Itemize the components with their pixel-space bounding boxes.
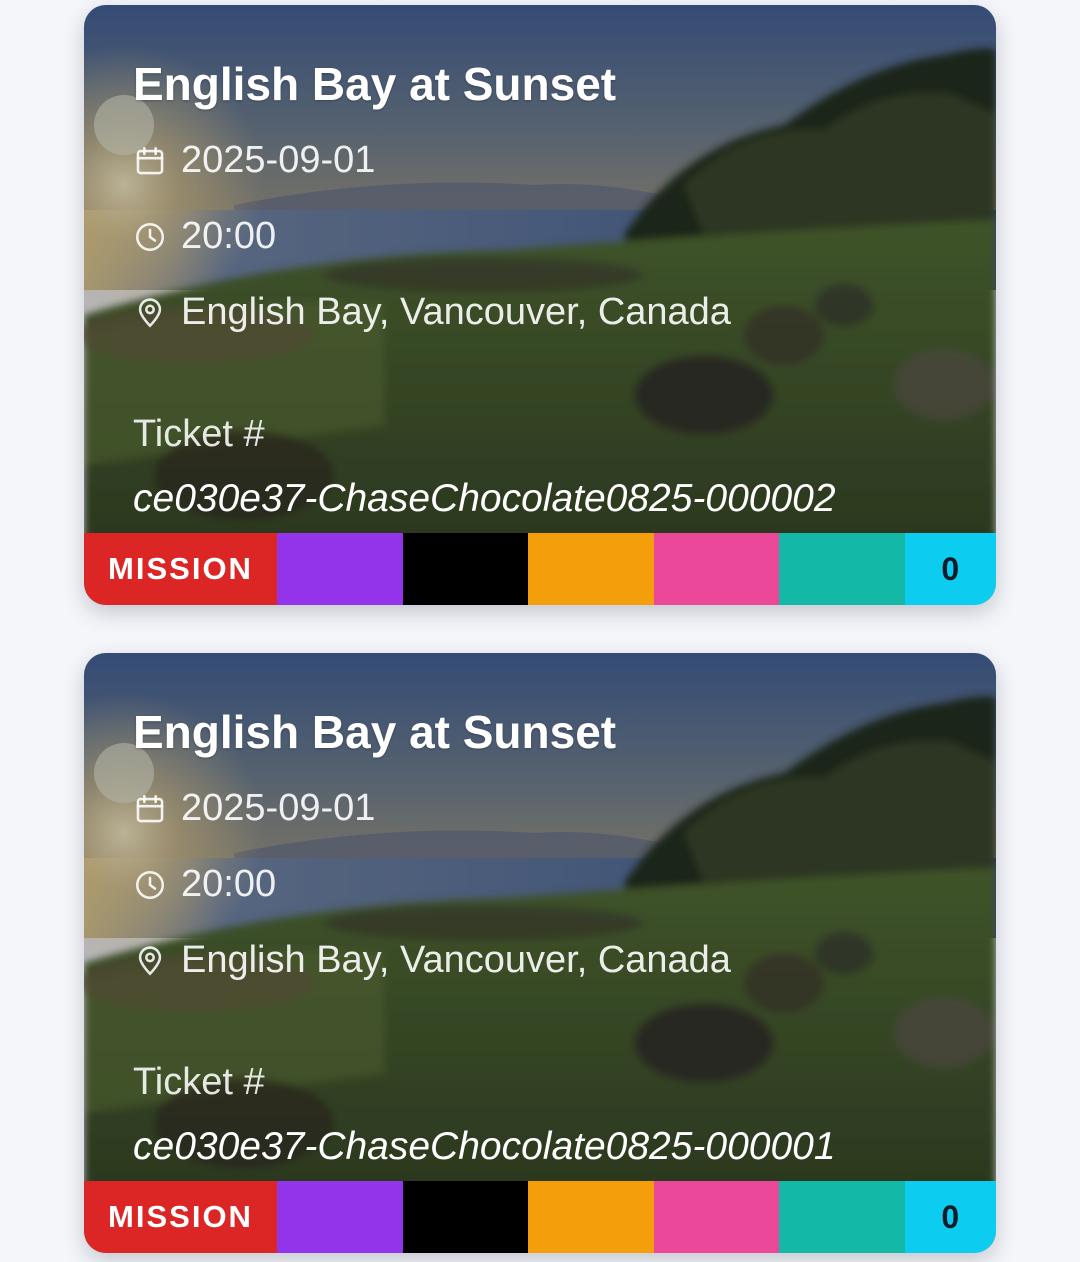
calendar-icon (136, 146, 164, 174)
event-title: English Bay at Sunset (133, 706, 617, 758)
stripe-segment-teal (779, 1181, 905, 1253)
stripe-segment-pink (653, 1181, 779, 1253)
event-time: 20:00 (181, 215, 277, 257)
map-pin-icon (138, 297, 162, 328)
ticket-card[interactable]: English Bay at Sunset 2025-09-01 20:00 E… (84, 653, 996, 1253)
ticket-count-badge: 0 (904, 533, 996, 605)
event-location: English Bay, Vancouver, Canada (181, 291, 731, 333)
event-date: 2025-09-01 (181, 139, 376, 181)
ticket-list: English Bay at Sunset 2025-09-01 20:00 E… (0, 0, 1080, 1262)
clock-icon (135, 222, 165, 251)
event-date-row: 2025-09-01 (133, 787, 375, 830)
event-location-row: English Bay, Vancouver, Canada (133, 939, 731, 982)
stripe-segment-purple (277, 1181, 403, 1253)
stripe-segment-orange (528, 1181, 654, 1253)
mission-badge: MISSION (84, 1181, 277, 1253)
stripe-segment-black (402, 533, 528, 605)
stripe-segment-pink (653, 533, 779, 605)
event-date-row: 2025-09-01 (133, 139, 375, 182)
stripe-segment-black (402, 1181, 528, 1253)
event-date: 2025-09-01 (181, 787, 376, 829)
ticket-number-label: Ticket # (133, 1061, 265, 1103)
mission-badge: MISSION (84, 533, 277, 605)
event-location-row: English Bay, Vancouver, Canada (133, 291, 731, 334)
ticket-card[interactable]: English Bay at Sunset 2025-09-01 20:00 E… (84, 5, 996, 605)
ticket-color-stripe: MISSION 0 (84, 1181, 996, 1253)
calendar-icon (136, 794, 164, 822)
event-time-row: 20:00 (133, 863, 276, 906)
event-location: English Bay, Vancouver, Canada (181, 939, 731, 981)
ticket-count-badge: 0 (904, 1181, 996, 1253)
ticket-number-label: Ticket # (133, 413, 265, 455)
clock-icon (135, 870, 165, 899)
map-pin-icon (138, 945, 162, 976)
ticket-number: ce030e37-ChaseChocolate0825-000001 (133, 1125, 836, 1168)
stripe-segment-teal (779, 533, 905, 605)
event-title: English Bay at Sunset (133, 58, 617, 110)
stripe-segment-purple (277, 533, 403, 605)
event-time: 20:00 (181, 863, 277, 905)
stripe-segment-orange (528, 533, 654, 605)
ticket-number: ce030e37-ChaseChocolate0825-000002 (133, 477, 836, 520)
event-time-row: 20:00 (133, 215, 276, 258)
ticket-color-stripe: MISSION 0 (84, 533, 996, 605)
